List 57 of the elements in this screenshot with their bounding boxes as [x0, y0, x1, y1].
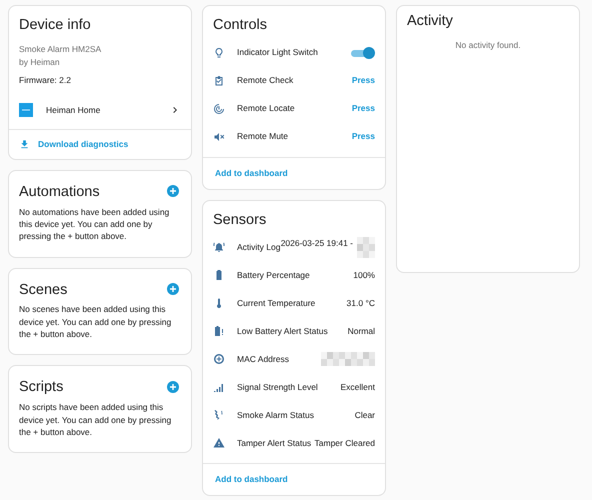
card-title: Scripts: [18, 378, 64, 398]
battery-alert-icon: [213, 325, 225, 338]
add-button[interactable]: [167, 185, 179, 198]
card-title: Sensors: [212, 210, 268, 230]
sensor-value: 2026-03-25 19:41 -: [280, 236, 353, 250]
mute-icon: [213, 130, 225, 143]
press-button[interactable]: Press: [352, 102, 375, 116]
plus-icon: [169, 382, 177, 391]
sensor-value: Clear: [354, 409, 375, 422]
device-model: Smoke Alarm HM2SA: [18, 42, 102, 56]
brand-logo-icon: [19, 103, 33, 118]
bell-icon: [213, 241, 225, 254]
add-to-dashboard-link[interactable]: Add to dashboard: [203, 156, 385, 189]
add-button[interactable]: [167, 283, 179, 296]
radar-icon: [213, 102, 225, 115]
download-diagnostics-link[interactable]: Download diagnostics: [9, 129, 191, 159]
press-button[interactable]: Press: [352, 130, 375, 144]
sensor-name: MAC Address: [237, 353, 290, 366]
card-title: Device info: [18, 16, 92, 35]
sensor-name: Tamper Alert Status: [237, 437, 312, 450]
card-title: Automations: [18, 182, 101, 202]
sensor-name: Smoke Alarm Status: [237, 409, 316, 422]
signal-bars-icon: [213, 381, 225, 394]
firmware-text: Firmware: 2.2: [18, 74, 72, 88]
card-title: Controls: [212, 16, 268, 35]
press-button[interactable]: Press: [352, 74, 375, 88]
sensor-name: Signal Strength Level: [237, 381, 319, 394]
manufacturer-text: by Heiman: [18, 56, 61, 68]
control-name: Indicator Light Switch: [237, 46, 319, 60]
control-name: Remote Mute: [237, 130, 290, 144]
control-name: Remote Check: [237, 74, 294, 88]
empty-message: No automations have been added using this device yet. You can add one by pressing the + button above.: [18, 206, 170, 244]
sensor-value: 100%: [353, 269, 375, 282]
download-icon: [19, 138, 30, 150]
sensor-value: Normal: [348, 325, 375, 338]
card-title: Activity: [406, 12, 454, 31]
sensor-value: Excellent: [340, 381, 375, 394]
lightbulb-icon: [213, 46, 225, 59]
plus-icon: [169, 187, 177, 196]
add-to-dashboard-link[interactable]: Add to dashboard: [203, 463, 385, 496]
plus-icon: [169, 285, 177, 294]
sensor-name: Activity Log: [237, 241, 281, 254]
empty-message: No activity found.: [454, 38, 522, 52]
sensor-name: Battery Percentage: [237, 269, 311, 282]
clipboard-check-icon: [213, 74, 225, 87]
empty-message: No scripts have been added using this device yet. You can add one by pressing the + button above.: [18, 401, 172, 439]
add-button[interactable]: [167, 380, 179, 393]
integration-item[interactable]: Heiman Home: [9, 91, 191, 130]
sensor-name: Low Battery Alert Status: [237, 325, 329, 338]
warning-icon: [213, 437, 225, 450]
card-title: Scenes: [18, 280, 68, 300]
toggle-switch[interactable]: [351, 46, 375, 59]
sensor-value: 31.0 °C: [346, 297, 375, 310]
sensor-name: Current Temperature: [237, 297, 316, 310]
control-name: Remote Locate: [237, 102, 296, 116]
sensor-value: Tamper Cleared: [314, 437, 375, 450]
empty-message: No scenes have been added using this device yet. You can add one by pressing the + button above.: [18, 303, 172, 342]
